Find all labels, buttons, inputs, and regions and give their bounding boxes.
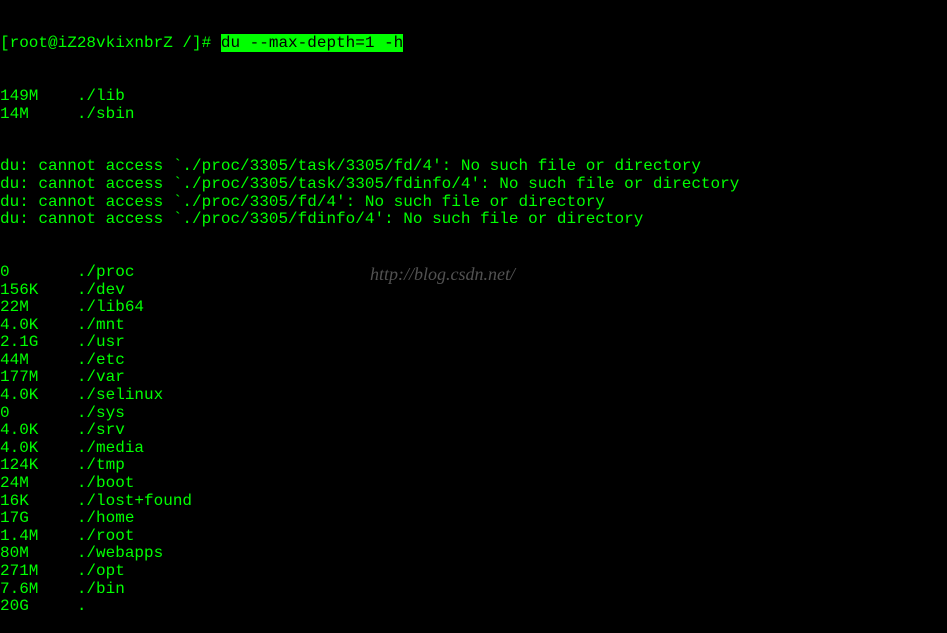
du-entry: 4.0K ./mnt bbox=[0, 317, 947, 335]
command-line: [root@iZ28vkixnbrZ /]# du --max-depth=1 … bbox=[0, 35, 947, 53]
du-entry: 7.6M ./bin bbox=[0, 581, 947, 599]
du-entry: 4.0K ./selinux bbox=[0, 387, 947, 405]
du-output-block2: 0 ./proc156K ./dev22M ./lib644.0K ./mnt2… bbox=[0, 264, 947, 616]
du-entry: 16K ./lost+found bbox=[0, 493, 947, 511]
du-entry: 44M ./etc bbox=[0, 352, 947, 370]
du-error-line: du: cannot access `./proc/3305/task/3305… bbox=[0, 158, 947, 176]
terminal-window[interactable]: [root@iZ28vkixnbrZ /]# du --max-depth=1 … bbox=[0, 0, 947, 633]
du-entry: 4.0K ./media bbox=[0, 440, 947, 458]
du-entry: 149M ./lib bbox=[0, 88, 947, 106]
du-entry: 14M ./sbin bbox=[0, 106, 947, 124]
du-entry: 271M ./opt bbox=[0, 563, 947, 581]
du-entry: 2.1G ./usr bbox=[0, 334, 947, 352]
shell-prompt: [root@iZ28vkixnbrZ /]# bbox=[0, 34, 221, 52]
du-entry: 17G ./home bbox=[0, 510, 947, 528]
du-error-line: du: cannot access `./proc/3305/fdinfo/4'… bbox=[0, 211, 947, 229]
du-entry: 0 ./sys bbox=[0, 405, 947, 423]
du-entry: 24M ./boot bbox=[0, 475, 947, 493]
du-error-line: du: cannot access `./proc/3305/fd/4': No… bbox=[0, 194, 947, 212]
du-entry: 124K ./tmp bbox=[0, 457, 947, 475]
du-errors: du: cannot access `./proc/3305/task/3305… bbox=[0, 158, 947, 228]
du-entry: 20G . bbox=[0, 598, 947, 616]
du-entry: 177M ./var bbox=[0, 369, 947, 387]
du-error-line: du: cannot access `./proc/3305/task/3305… bbox=[0, 176, 947, 194]
du-entry: 0 ./proc bbox=[0, 264, 947, 282]
du-entry: 4.0K ./srv bbox=[0, 422, 947, 440]
du-entry: 156K ./dev bbox=[0, 282, 947, 300]
du-entry: 1.4M ./root bbox=[0, 528, 947, 546]
entered-command: du --max-depth=1 -h bbox=[221, 34, 403, 52]
du-output-block1: 149M ./lib14M ./sbin bbox=[0, 88, 947, 123]
du-entry: 22M ./lib64 bbox=[0, 299, 947, 317]
du-entry: 80M ./webapps bbox=[0, 545, 947, 563]
